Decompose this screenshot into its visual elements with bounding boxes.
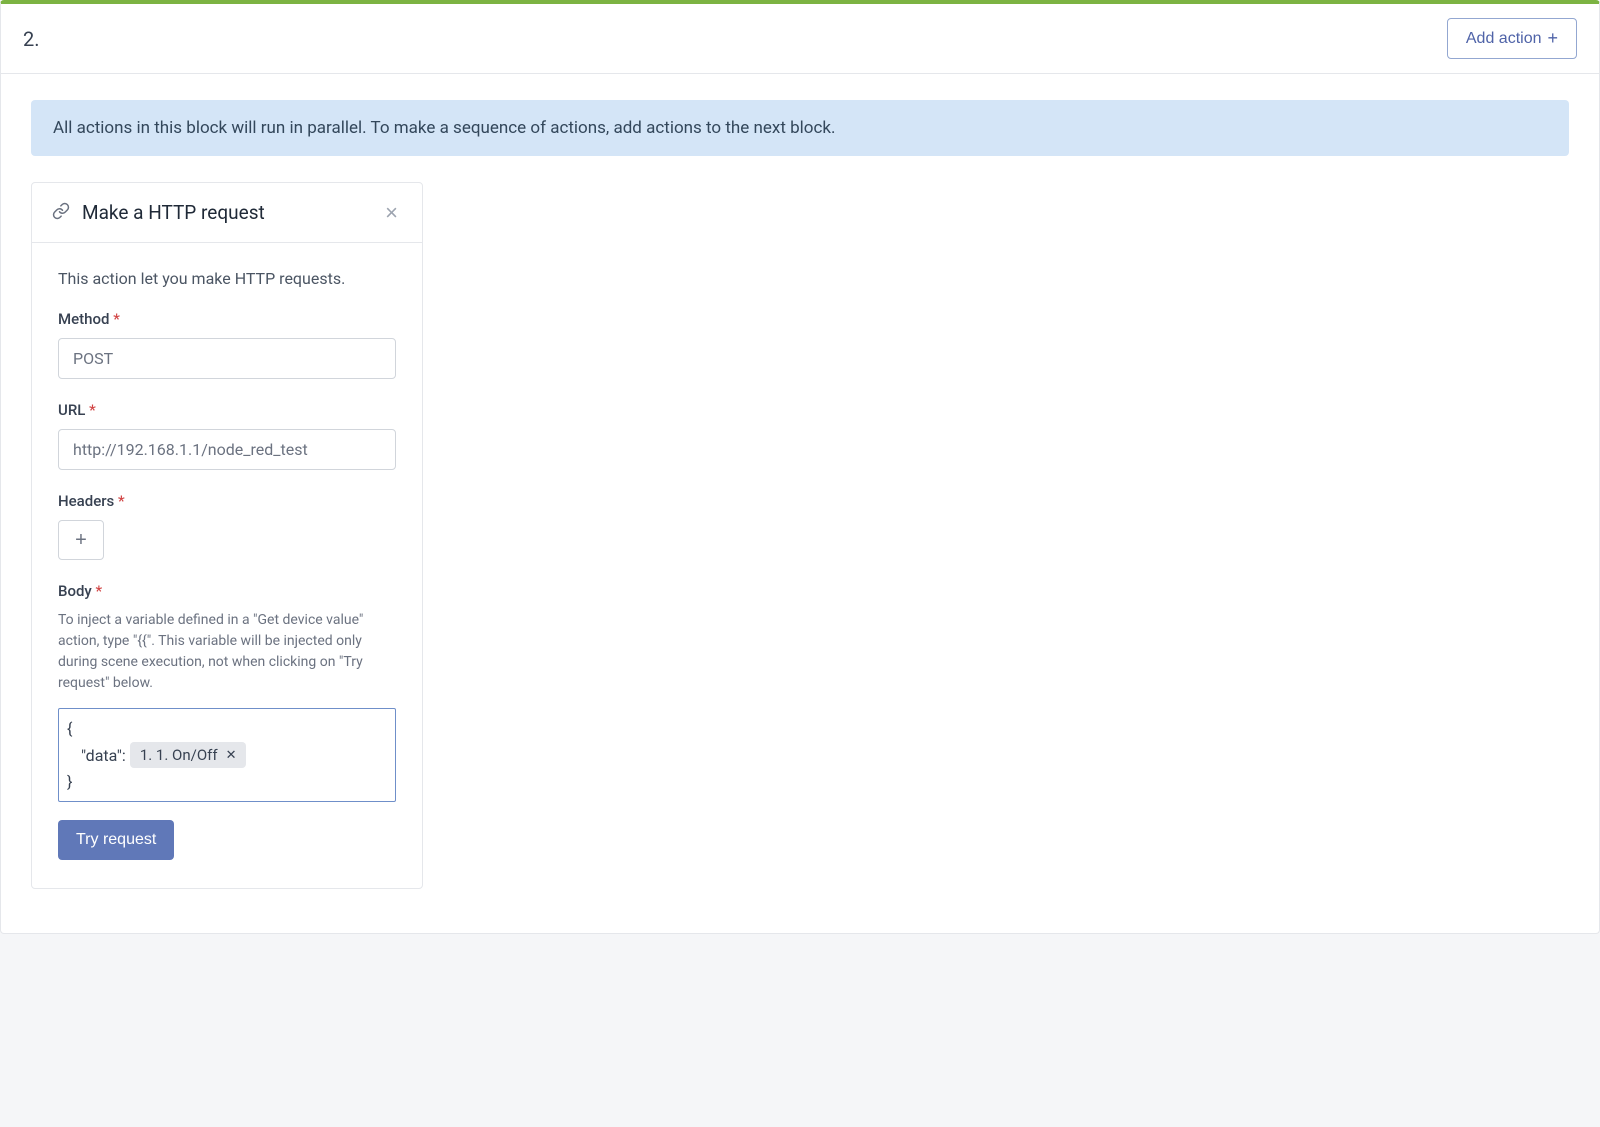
body-editor[interactable]: { "data": 1. 1. On/Off ✕ } — [58, 708, 396, 802]
block-header: 2. Add action + — [1, 4, 1599, 74]
action-block: 2. Add action + All actions in this bloc… — [0, 0, 1600, 934]
action-title: Make a HTTP request — [82, 201, 265, 224]
required-marker: * — [113, 310, 120, 328]
body-line-close: } — [67, 770, 387, 793]
headers-label: Headers * — [58, 492, 396, 510]
body-help-text: To inject a variable defined in a "Get d… — [58, 610, 396, 694]
close-icon[interactable]: × — [381, 202, 402, 224]
action-card-header: Make a HTTP request × — [32, 183, 422, 243]
variable-chip[interactable]: 1. 1. On/Off ✕ — [130, 742, 247, 768]
required-marker: * — [96, 582, 103, 600]
required-marker: * — [89, 401, 96, 419]
url-label: URL * — [58, 401, 396, 419]
action-description: This action let you make HTTP requests. — [58, 269, 396, 288]
action-card-title-group: Make a HTTP request — [52, 201, 265, 224]
variable-chip-label: 1. 1. On/Off — [140, 746, 218, 764]
url-field[interactable] — [58, 429, 396, 470]
body-line-open: { — [67, 717, 387, 740]
required-marker: * — [118, 492, 125, 510]
add-header-button[interactable]: + — [58, 520, 104, 560]
link-icon — [52, 202, 70, 224]
action-card: Make a HTTP request × This action let yo… — [31, 182, 423, 889]
action-card-body: This action let you make HTTP requests. … — [32, 243, 422, 888]
add-action-button[interactable]: Add action + — [1447, 18, 1577, 59]
method-label: Method * — [58, 310, 396, 328]
plus-icon: + — [1547, 28, 1558, 49]
block-body: All actions in this block will run in pa… — [1, 74, 1599, 933]
body-key: "data": — [81, 746, 126, 765]
body-line-data: "data": 1. 1. On/Off ✕ — [67, 740, 387, 770]
body-label: Body * — [58, 582, 396, 600]
add-action-label: Add action — [1466, 30, 1542, 48]
info-banner: All actions in this block will run in pa… — [31, 100, 1569, 156]
method-field[interactable] — [58, 338, 396, 379]
block-number: 2. — [23, 27, 40, 51]
chip-remove-icon[interactable]: ✕ — [226, 747, 237, 763]
try-request-button[interactable]: Try request — [58, 820, 174, 860]
